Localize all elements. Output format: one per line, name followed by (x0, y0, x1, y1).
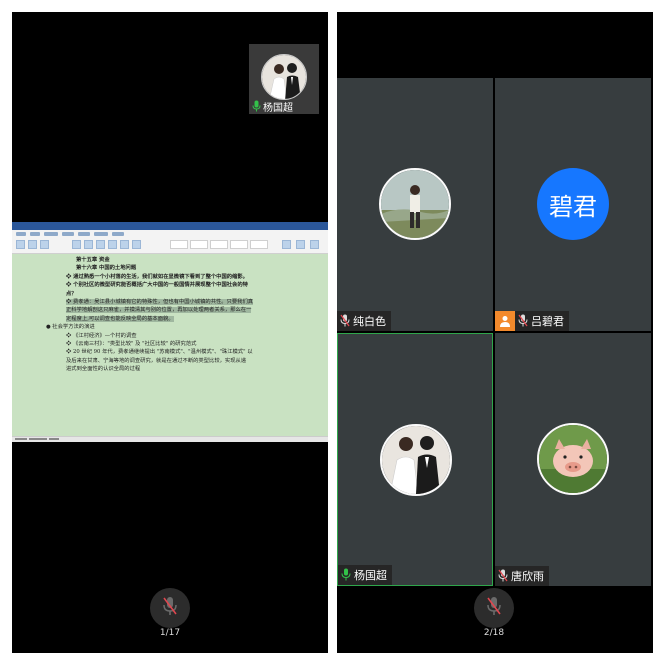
tile-2-name-tag: 吕碧君 (495, 311, 569, 331)
document-line: 正科学地解剖这只麻雀，并摸清其与别的位置，再加以处理两者关系，那么在一 (26, 306, 314, 314)
video-tile-4[interactable]: 唐欣雨 (495, 333, 651, 586)
shared-screen-document: 第十五章 资金第十六章 中国的土地问题 ❖ 通过熟悉一个小村落的生活，我们就如在显… (12, 222, 328, 442)
mic-muted-icon (486, 596, 502, 620)
wedding-avatar (380, 424, 452, 496)
hiker-avatar (379, 168, 451, 240)
tile-1-name-tag: 纯白色 (337, 311, 391, 331)
document-page: 第十五章 资金第十六章 中国的土地问题 ❖ 通过熟悉一个小村落的生活，我们就如在显… (18, 254, 322, 434)
tile-1-name: 纯白色 (353, 315, 386, 328)
mic-on-icon (341, 566, 351, 585)
mic-muted-icon (162, 596, 178, 620)
letter-avatar: 碧君 (537, 168, 609, 240)
word-title-bar (12, 222, 328, 230)
mic-muted-icon (518, 312, 528, 331)
document-line: ❖ 20 世纪 90 年代，费孝通继续提出 "苏南模式"、"温州模式"、"珠江模… (66, 349, 253, 356)
pip-name-tag: 杨国超 (249, 98, 296, 114)
document-line: ❖ 费孝通：吴江县小城镇有它的特殊性，但也有中国小城镇的共性。只要我们真 (26, 298, 314, 306)
document-line: 定程度上,可以调查也能反映全局的基本面貌。 (26, 315, 314, 323)
page-indicator: 2/18 (483, 628, 505, 638)
video-tile-3[interactable]: 杨国超 (337, 333, 493, 586)
video-tile-1[interactable]: 纯白色 (337, 78, 493, 331)
mic-muted-icon (340, 312, 350, 331)
tile-4-name-tag: 唐欣雨 (495, 566, 549, 586)
document-line: 进式到全面性的认识全局的过程 (66, 366, 141, 373)
document-line: 第十五章 资金 (76, 257, 110, 263)
wedding-avatar (261, 54, 307, 100)
highlighted-text: ❖ 费孝通：吴江县小城镇有它的特殊性，但也有中国小城镇的共性。只要我们真 (66, 299, 254, 306)
mute-button[interactable] (150, 588, 190, 628)
document-line: ❖ 《江村经济》—个村的调查 (66, 332, 137, 339)
document-line: ● 社会学方法的演进 (46, 324, 95, 331)
mic-muted-icon (498, 567, 508, 586)
document-line: 第十六章 中国的土地问题 (76, 265, 137, 272)
tile-2-name: 吕碧君 (531, 315, 564, 328)
highlighted-text: 正科学地解剖这只麻雀，并摸清其与别的位置，再加以处理两者关系，那么在一 (66, 307, 252, 314)
tile-4-name: 唐欣雨 (511, 570, 544, 583)
document-line: 及后来在甘肃、宁海等地的调查研究，就是在通过不断的类型比较，实现从递 (66, 357, 247, 364)
document-line: ❖ 通过熟悉一个小村落的生活，我们就如在显微镜下看到了整个中国的缩影。 (66, 273, 248, 280)
mute-button[interactable] (474, 588, 514, 628)
person-icon (495, 311, 515, 331)
pip-name-label: 杨国超 (263, 102, 293, 114)
page-indicator: 1/17 (159, 628, 181, 638)
left-meeting-screen: 杨国超 第十五章 资金 第十六章 中国的土地问题 ❖ 通过熟悉一个小村落的生活，… (12, 12, 328, 653)
document-line: ❖ 个别社区的微型研究能否概括广大中国的一般国情并展现整个中国社会的特 (66, 282, 248, 289)
word-ribbon (12, 230, 328, 254)
document-line: ❖ 《云南三村》："类型比较" 及 "社区比较" 的研究范式 (66, 341, 197, 348)
tile-3-name-tag: 杨国超 (338, 565, 392, 585)
mic-on-icon (252, 97, 261, 116)
word-status-bar (12, 436, 328, 442)
piglet-avatar (537, 423, 609, 495)
right-meeting-screen: 纯白色 碧君 吕碧君 杨国超 唐欣雨 2/18 (337, 12, 653, 653)
pip-video-tile[interactable]: 杨国超 (249, 44, 319, 114)
video-tile-2[interactable]: 碧君 吕碧君 (495, 78, 651, 331)
document-line: 点？ (66, 290, 77, 297)
highlighted-text: 定程度上,可以调查也能反映全局的基本面貌。 (66, 315, 174, 322)
tile-3-name: 杨国超 (354, 569, 387, 582)
